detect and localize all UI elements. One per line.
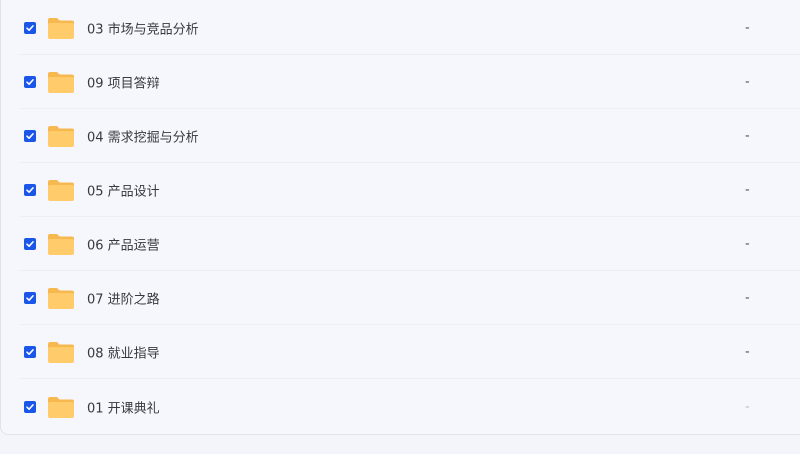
file-name[interactable]: 06 产品运营 <box>87 235 160 254</box>
folder-icon <box>47 340 75 364</box>
file-row[interactable]: 07 进阶之路 - <box>15 271 800 325</box>
file-size: - <box>745 20 750 36</box>
folder-icon <box>47 70 75 94</box>
file-row[interactable]: 01 开课典礼 - <box>15 380 800 434</box>
file-row[interactable]: 09 项目答辩 - <box>15 55 800 109</box>
file-name[interactable]: 04 需求挖掘与分析 <box>87 127 199 146</box>
file-name[interactable]: 01 开课典礼 <box>87 398 160 417</box>
file-size: - <box>745 399 750 415</box>
checkbox[interactable] <box>24 76 36 88</box>
checkbox[interactable] <box>24 22 36 34</box>
file-row[interactable]: 06 产品运营 - <box>15 217 800 271</box>
file-name[interactable]: 07 进阶之路 <box>87 289 160 308</box>
checkbox[interactable] <box>24 401 36 413</box>
folder-icon <box>47 395 75 419</box>
file-name[interactable]: 09 项目答辩 <box>87 73 160 92</box>
file-row[interactable]: 04 需求挖掘与分析 - <box>15 109 800 163</box>
checkbox[interactable] <box>24 238 36 250</box>
checkbox[interactable] <box>24 292 36 304</box>
file-name[interactable]: 03 市场与竞品分析 <box>87 19 199 38</box>
file-size: - <box>745 74 750 90</box>
file-size: - <box>745 290 750 306</box>
file-row[interactable]: 05 产品设计 - <box>15 163 800 217</box>
folder-icon <box>47 286 75 310</box>
folder-icon <box>47 232 75 256</box>
file-name[interactable]: 08 就业指导 <box>87 343 160 362</box>
file-row[interactable]: 08 就业指导 - <box>15 325 800 379</box>
checkbox[interactable] <box>24 184 36 196</box>
file-name[interactable]: 05 产品设计 <box>87 181 160 200</box>
file-row[interactable]: 03 市场与竞品分析 - <box>15 1 800 55</box>
folder-icon <box>47 16 75 40</box>
checkbox[interactable] <box>24 130 36 142</box>
checkbox[interactable] <box>24 346 36 358</box>
file-list-panel: 03 市场与竞品分析 - 09 项目答辩 - 04 需求挖掘与分析 - 05 产… <box>0 0 800 435</box>
file-size: - <box>745 128 750 144</box>
folder-icon <box>47 124 75 148</box>
folder-icon <box>47 178 75 202</box>
file-size: - <box>745 344 750 360</box>
file-size: - <box>745 182 750 198</box>
file-size: - <box>745 236 750 252</box>
